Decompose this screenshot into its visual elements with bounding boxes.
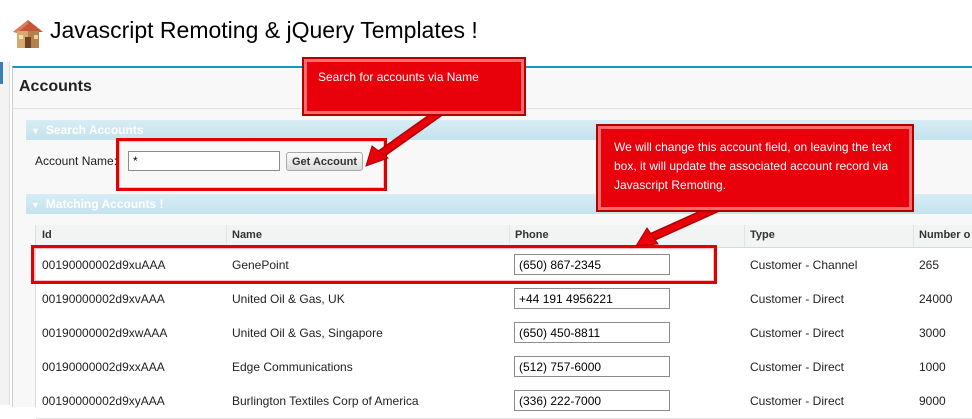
left-rail xyxy=(0,62,10,405)
accounts-block: Accounts ▼ Search Accounts Account Name: … xyxy=(12,66,972,419)
account-id: 00190000002d9xxAAA xyxy=(42,360,165,374)
employee-count: 3000 xyxy=(919,326,946,340)
table-row: 00190000002d9xyAAA Burlington Textiles C… xyxy=(36,384,972,419)
table-row: 00190000002d9xxAAA Edge Communications C… xyxy=(36,350,972,385)
employee-count: 265 xyxy=(919,258,940,272)
left-rail-indicator xyxy=(0,62,3,84)
employee-count: 9000 xyxy=(919,394,946,408)
section-header-label: Matching Accounts ! xyxy=(45,197,164,211)
account-name: Edge Communications xyxy=(232,360,353,374)
triangle-down-icon[interactable]: ▼ xyxy=(31,121,40,141)
account-id: 00190000002d9xwAAA xyxy=(42,326,168,340)
phone-input[interactable] xyxy=(514,288,670,309)
block-title: Accounts xyxy=(19,78,92,95)
account-type: Customer - Direct xyxy=(750,360,845,374)
table-row: 00190000002d9xwAAA United Oil & Gas, Sin… xyxy=(36,316,972,351)
phone-input[interactable] xyxy=(514,390,670,411)
column-divider xyxy=(913,225,914,247)
table-row: 00190000002d9xvAAA United Oil & Gas, UK … xyxy=(36,282,972,317)
column-header-phone[interactable]: Phone xyxy=(515,229,549,241)
column-header-name[interactable]: Name xyxy=(232,229,262,241)
column-header-number[interactable]: Number o xyxy=(919,229,970,241)
section-header-label: Search Accounts xyxy=(45,123,144,137)
column-divider xyxy=(226,225,227,247)
account-type: Customer - Direct xyxy=(750,326,845,340)
account-id: 00190000002d9xyAAA xyxy=(42,394,165,408)
search-highlight-box xyxy=(116,138,387,191)
column-divider xyxy=(744,225,745,247)
app-header: Javascript Remoting & jQuery Templates ! xyxy=(0,0,972,62)
page-title: Javascript Remoting & jQuery Templates ! xyxy=(50,17,478,43)
account-type: Customer - Direct xyxy=(750,292,845,306)
account-id: 00190000002d9xvAAA xyxy=(42,292,165,306)
account-name: United Oil & Gas, Singapore xyxy=(232,326,383,340)
house-icon xyxy=(13,20,43,48)
employee-count: 1000 xyxy=(919,360,946,374)
row-highlight-box xyxy=(31,245,717,284)
account-name: United Oil & Gas, UK xyxy=(232,292,345,306)
annotation-callout-phone: We will change this account field, on le… xyxy=(596,124,914,212)
employee-count: 24000 xyxy=(919,292,953,306)
phone-input[interactable] xyxy=(514,356,670,377)
column-divider xyxy=(509,225,510,247)
column-header-type[interactable]: Type xyxy=(750,229,775,241)
account-type: Customer - Direct xyxy=(750,394,845,408)
annotation-callout-search: Search for accounts via Name xyxy=(302,57,526,116)
account-name-label: Account Name: xyxy=(35,154,118,168)
account-name: Burlington Textiles Corp of America xyxy=(232,394,419,408)
account-type: Customer - Channel xyxy=(750,258,858,272)
phone-input[interactable] xyxy=(514,322,670,343)
triangle-down-icon[interactable]: ▼ xyxy=(31,195,40,215)
column-header-id[interactable]: Id xyxy=(42,229,52,241)
